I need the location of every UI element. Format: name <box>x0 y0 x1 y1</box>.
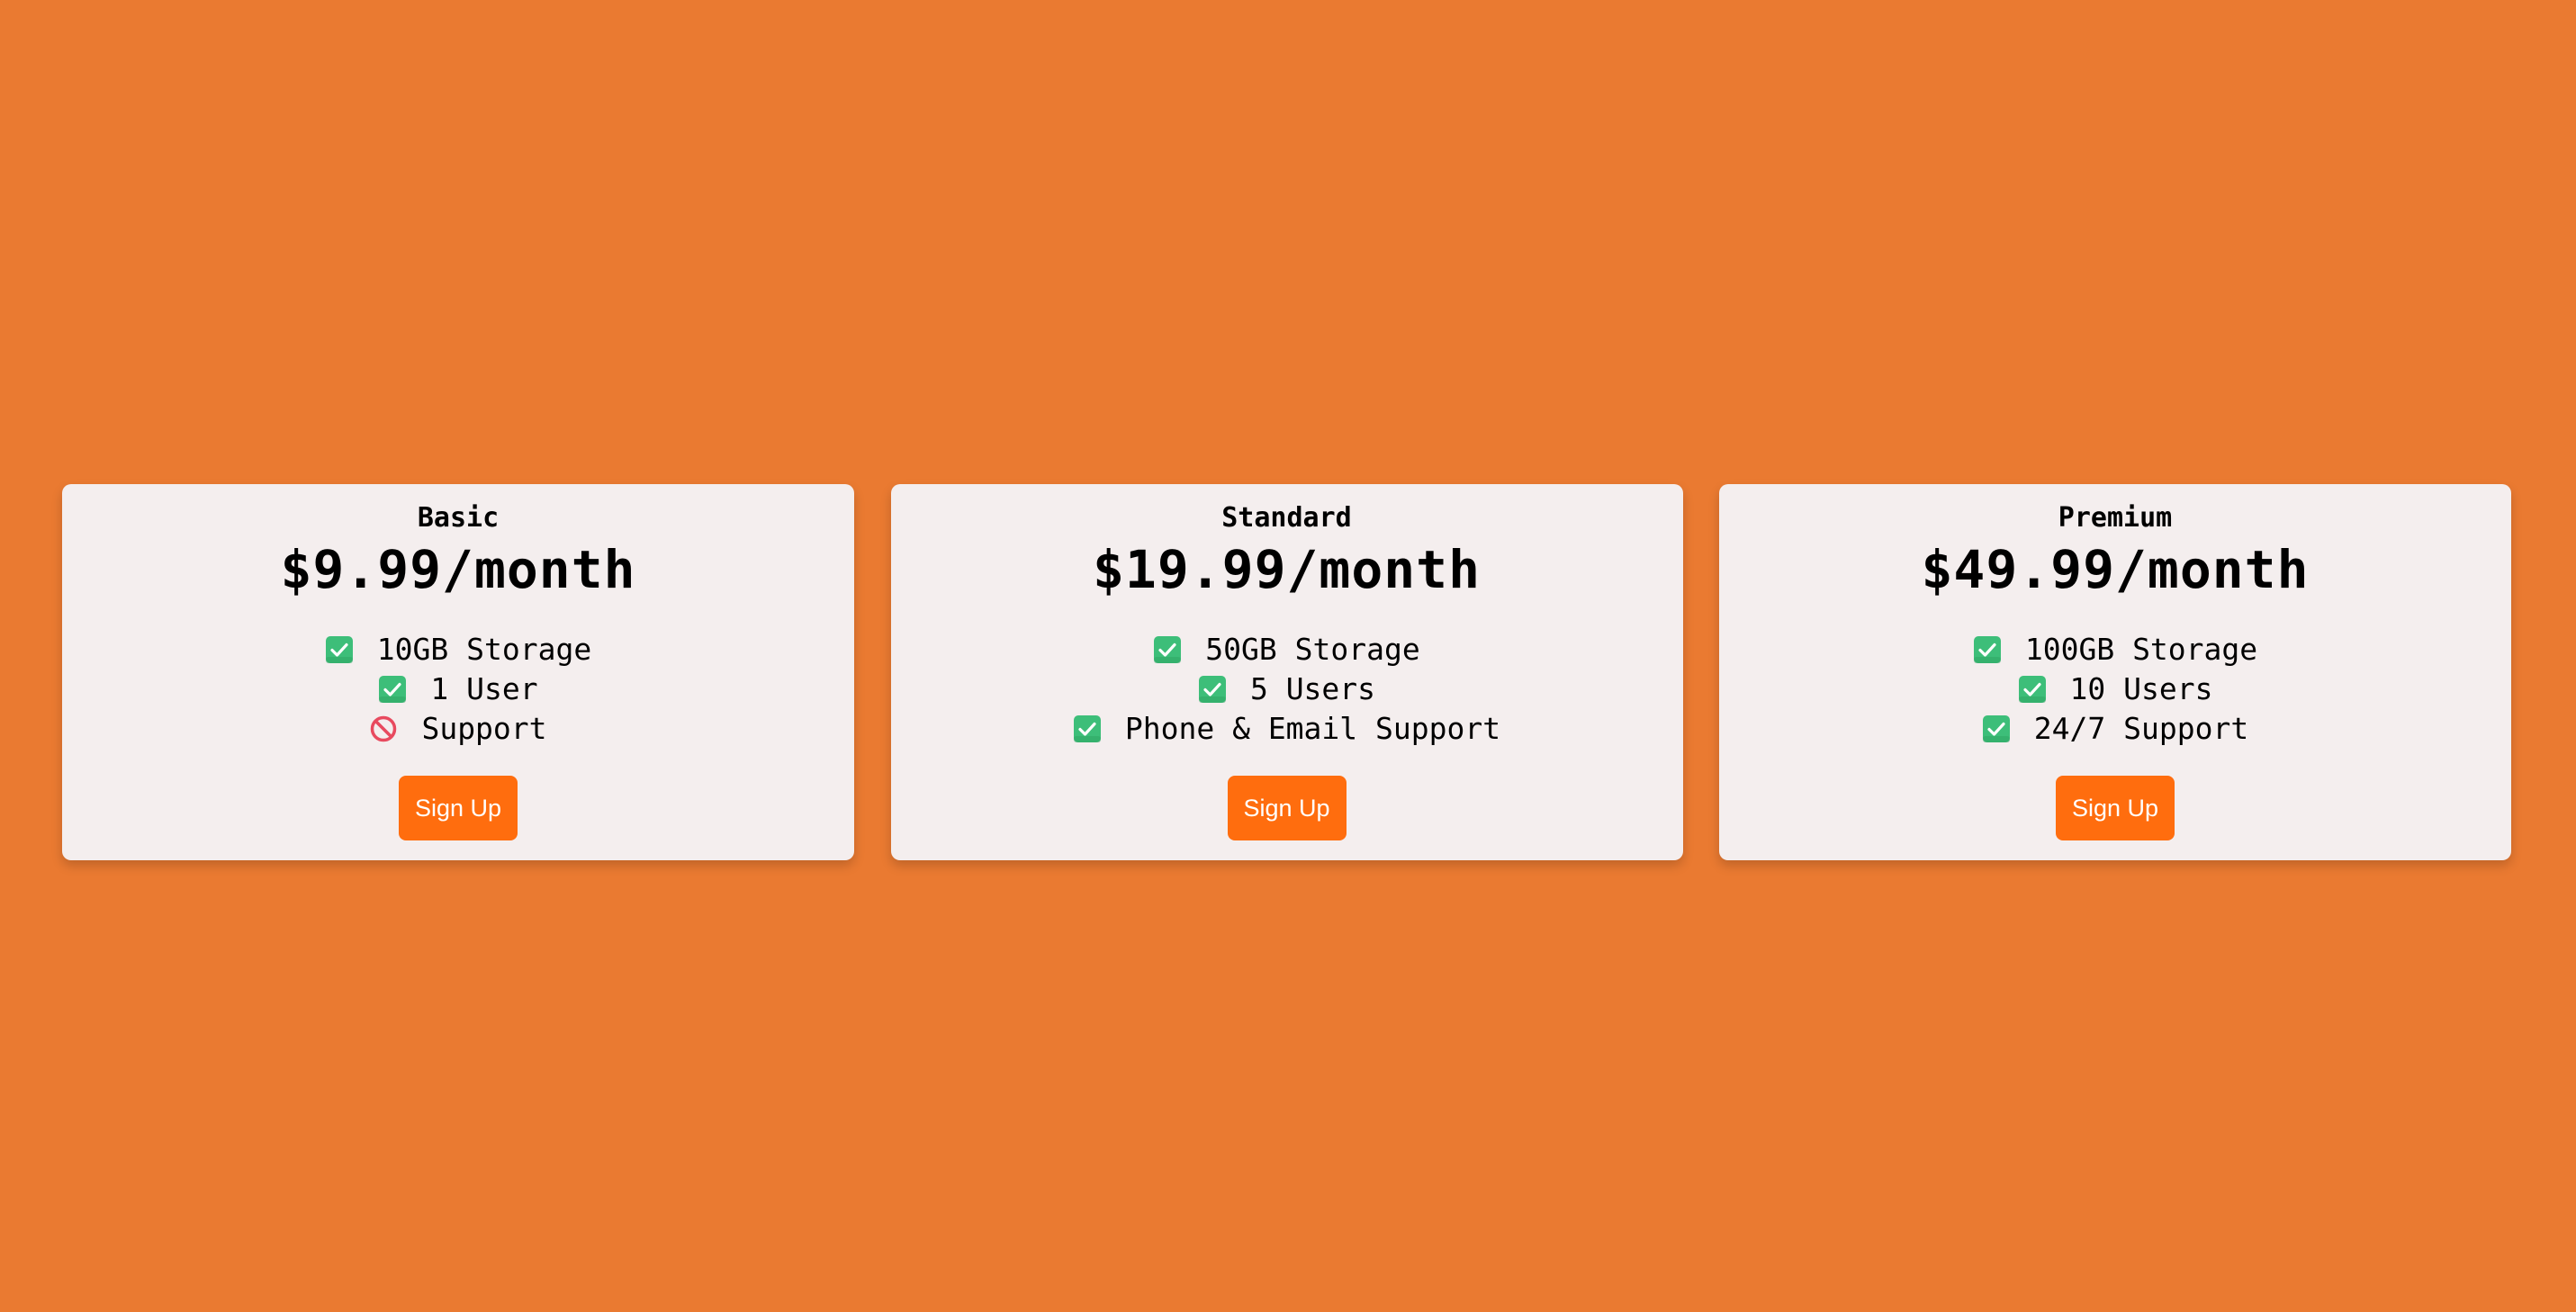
pricing-card-premium: Premium $49.99/month 100GB Storage 10 Us… <box>1719 484 2511 860</box>
plan-name: Standard <box>1221 502 1352 534</box>
feature-item: 10GB Storage <box>325 630 591 669</box>
feature-text: 50GB Storage <box>1205 632 1420 667</box>
sign-up-button[interactable]: Sign Up <box>2056 776 2175 840</box>
check-icon <box>2018 675 2047 704</box>
pricing-card-standard: Standard $19.99/month 50GB Storage 5 Use… <box>890 484 1683 860</box>
check-icon <box>378 675 407 704</box>
check-icon <box>1973 635 2002 664</box>
check-icon <box>325 635 354 664</box>
feature-list: 10GB Storage 1 User Support <box>325 630 591 749</box>
feature-item: 50GB Storage <box>1153 630 1420 669</box>
prohibited-icon <box>369 714 398 743</box>
check-icon <box>1982 714 2011 743</box>
feature-text: 100GB Storage <box>2024 632 2258 667</box>
plan-name: Basic <box>417 502 500 534</box>
plan-name: Premium <box>2058 502 2173 534</box>
feature-text: 1 User <box>430 671 538 706</box>
sign-up-button[interactable]: Sign Up <box>1227 776 1347 840</box>
feature-item: Support <box>369 709 547 749</box>
feature-list: 100GB Storage 10 Users 24/7 Support <box>1973 630 2257 749</box>
feature-item: Phone & Email Support <box>1073 709 1500 749</box>
check-icon <box>1073 714 1102 743</box>
plan-price: $9.99/month <box>280 539 636 600</box>
feature-text: 5 Users <box>1249 671 1376 706</box>
sign-up-button[interactable]: Sign Up <box>399 776 518 840</box>
feature-text: Phone & Email Support <box>1124 711 1501 746</box>
feature-item: 10 Users <box>2018 669 2213 709</box>
feature-item: 24/7 Support <box>1982 709 2248 749</box>
feature-text: 10GB Storage <box>376 632 592 667</box>
check-icon <box>1153 635 1182 664</box>
plan-price: $19.99/month <box>1092 539 1482 600</box>
pricing-cards: Basic $9.99/month 10GB Storage 1 User Su… <box>62 484 2511 860</box>
check-icon <box>1198 675 1227 704</box>
feature-item: 5 Users <box>1198 669 1375 709</box>
feature-item: 1 User <box>378 669 538 709</box>
pricing-card-basic: Basic $9.99/month 10GB Storage 1 User Su… <box>62 484 854 860</box>
feature-text: Support <box>421 711 547 746</box>
feature-text: 24/7 Support <box>2033 711 2249 746</box>
feature-item: 100GB Storage <box>1973 630 2257 669</box>
plan-price: $49.99/month <box>1921 539 2310 600</box>
feature-list: 50GB Storage 5 Users Phone & Email Suppo… <box>1073 630 1500 749</box>
feature-text: 10 Users <box>2069 671 2213 706</box>
